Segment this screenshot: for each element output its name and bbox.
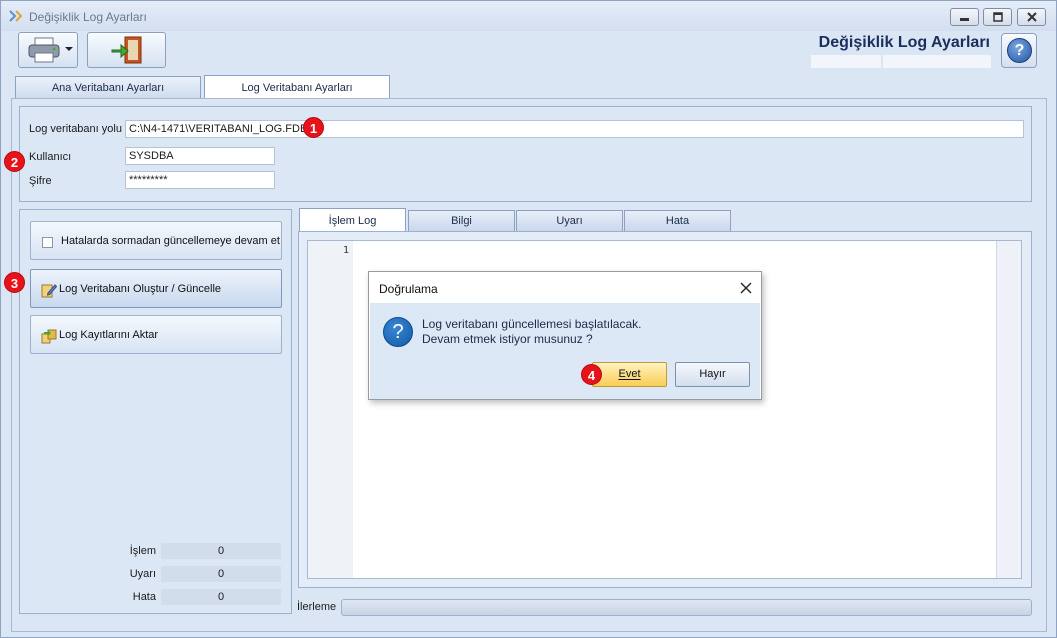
minimize-button[interactable] <box>950 8 979 26</box>
form-title: Değişiklik Log Ayarları <box>818 34 990 51</box>
title-bar: Değişiklik Log Ayarları <box>1 1 1056 31</box>
stat-value-process: 0 <box>161 543 281 559</box>
tab-main-db-settings[interactable]: Ana Veritabanı Ayarları <box>15 76 201 98</box>
progress-label: İlerleme <box>297 601 337 613</box>
continue-on-error-label: Hatalarda sormadan güncellemeye devam et <box>61 235 280 247</box>
minimize-icon <box>960 18 969 21</box>
tab-warning[interactable]: Uyarı <box>516 210 623 231</box>
progress-bar <box>341 599 1032 616</box>
exit-button[interactable] <box>87 32 166 68</box>
window-title: Değişiklik Log Ayarları <box>29 10 147 24</box>
database-transfer-icon <box>41 329 57 344</box>
dialog-body: ? Log veritabanı güncellemesi başlatılac… <box>370 303 760 399</box>
chevron-down-icon <box>65 47 73 51</box>
dialog-message-line-2: Devam etmek istiyor musunuz ? <box>422 332 593 346</box>
maximize-button[interactable] <box>983 8 1012 26</box>
password-label: Şifre <box>29 175 52 187</box>
dialog-message: Log veritabanı güncellemesi başlatılacak… <box>422 317 641 347</box>
help-icon: ? <box>1007 38 1032 63</box>
username-input[interactable]: SYSDBA <box>125 147 275 165</box>
line-number-gutter: 1 <box>308 241 353 578</box>
step-marker-3: 3 <box>4 272 25 293</box>
stat-value-warning: 0 <box>161 566 281 582</box>
app-window: Değişiklik Log Ayarları Değişiklik Log A… <box>0 0 1057 638</box>
tab-log-db-settings[interactable]: Log Veritabanı Ayarları <box>204 75 390 99</box>
transfer-label: Log Kayıtlarını Aktar <box>59 329 159 341</box>
no-button[interactable]: Hayır <box>675 362 750 387</box>
log-db-path-input[interactable]: C:\N4-1471\VERITABANI_LOG.FDB <box>125 120 1024 138</box>
line-number: 1 <box>342 245 349 256</box>
question-icon: ? <box>383 317 413 347</box>
no-label: Hayır <box>699 368 726 380</box>
database-edit-icon <box>41 284 57 298</box>
password-input[interactable]: ********* <box>125 171 275 189</box>
print-button[interactable] <box>18 32 78 68</box>
exit-door-icon <box>111 36 142 64</box>
yes-label: Evet <box>618 368 641 380</box>
printer-icon <box>28 37 60 63</box>
tab-info[interactable]: Bilgi <box>408 210 515 231</box>
help-button[interactable]: ? <box>1001 33 1037 68</box>
continue-on-error-checkbox[interactable] <box>42 237 53 248</box>
path-label: Log veritabanı yolu <box>29 123 122 135</box>
maximize-icon <box>993 12 1003 22</box>
step-marker-1: 1 <box>303 117 324 138</box>
dialog-message-line-1: Log veritabanı güncellemesi başlatılacak… <box>422 317 642 331</box>
title-band-left <box>811 55 881 68</box>
dialog-title: Doğrulama <box>379 282 438 296</box>
transfer-log-records-button[interactable]: Log Kayıtlarını Aktar <box>30 315 282 354</box>
stat-value-error: 0 <box>161 589 281 605</box>
tab-process-log[interactable]: İşlem Log <box>299 208 406 232</box>
close-window-button[interactable] <box>1017 8 1046 26</box>
tab-error[interactable]: Hata <box>624 210 731 231</box>
dialog-close-icon[interactable] <box>739 281 753 295</box>
yes-button[interactable]: Evet <box>592 362 667 387</box>
user-label: Kullanıcı <box>29 151 72 163</box>
step-marker-2: 2 <box>4 151 25 172</box>
stat-label-error: Hata <box>132 591 156 603</box>
vertical-scrollbar[interactable] <box>996 241 1021 578</box>
stat-label-warning: Uyarı <box>129 568 156 580</box>
app-icon <box>9 10 23 22</box>
create-update-label: Log Veritabanı Oluştur / Güncelle <box>59 283 222 295</box>
create-update-log-db-button[interactable]: Log Veritabanı Oluştur / Güncelle <box>30 269 282 308</box>
close-icon <box>1027 12 1037 22</box>
step-marker-4: 4 <box>581 364 602 385</box>
stat-label-process: İşlem <box>129 545 156 557</box>
title-band-right <box>883 55 991 68</box>
confirmation-dialog: Doğrulama ? Log veritabanı güncellemesi … <box>368 271 762 400</box>
continue-on-error-option[interactable]: Hatalarda sormadan güncellemeye devam et <box>30 221 282 260</box>
